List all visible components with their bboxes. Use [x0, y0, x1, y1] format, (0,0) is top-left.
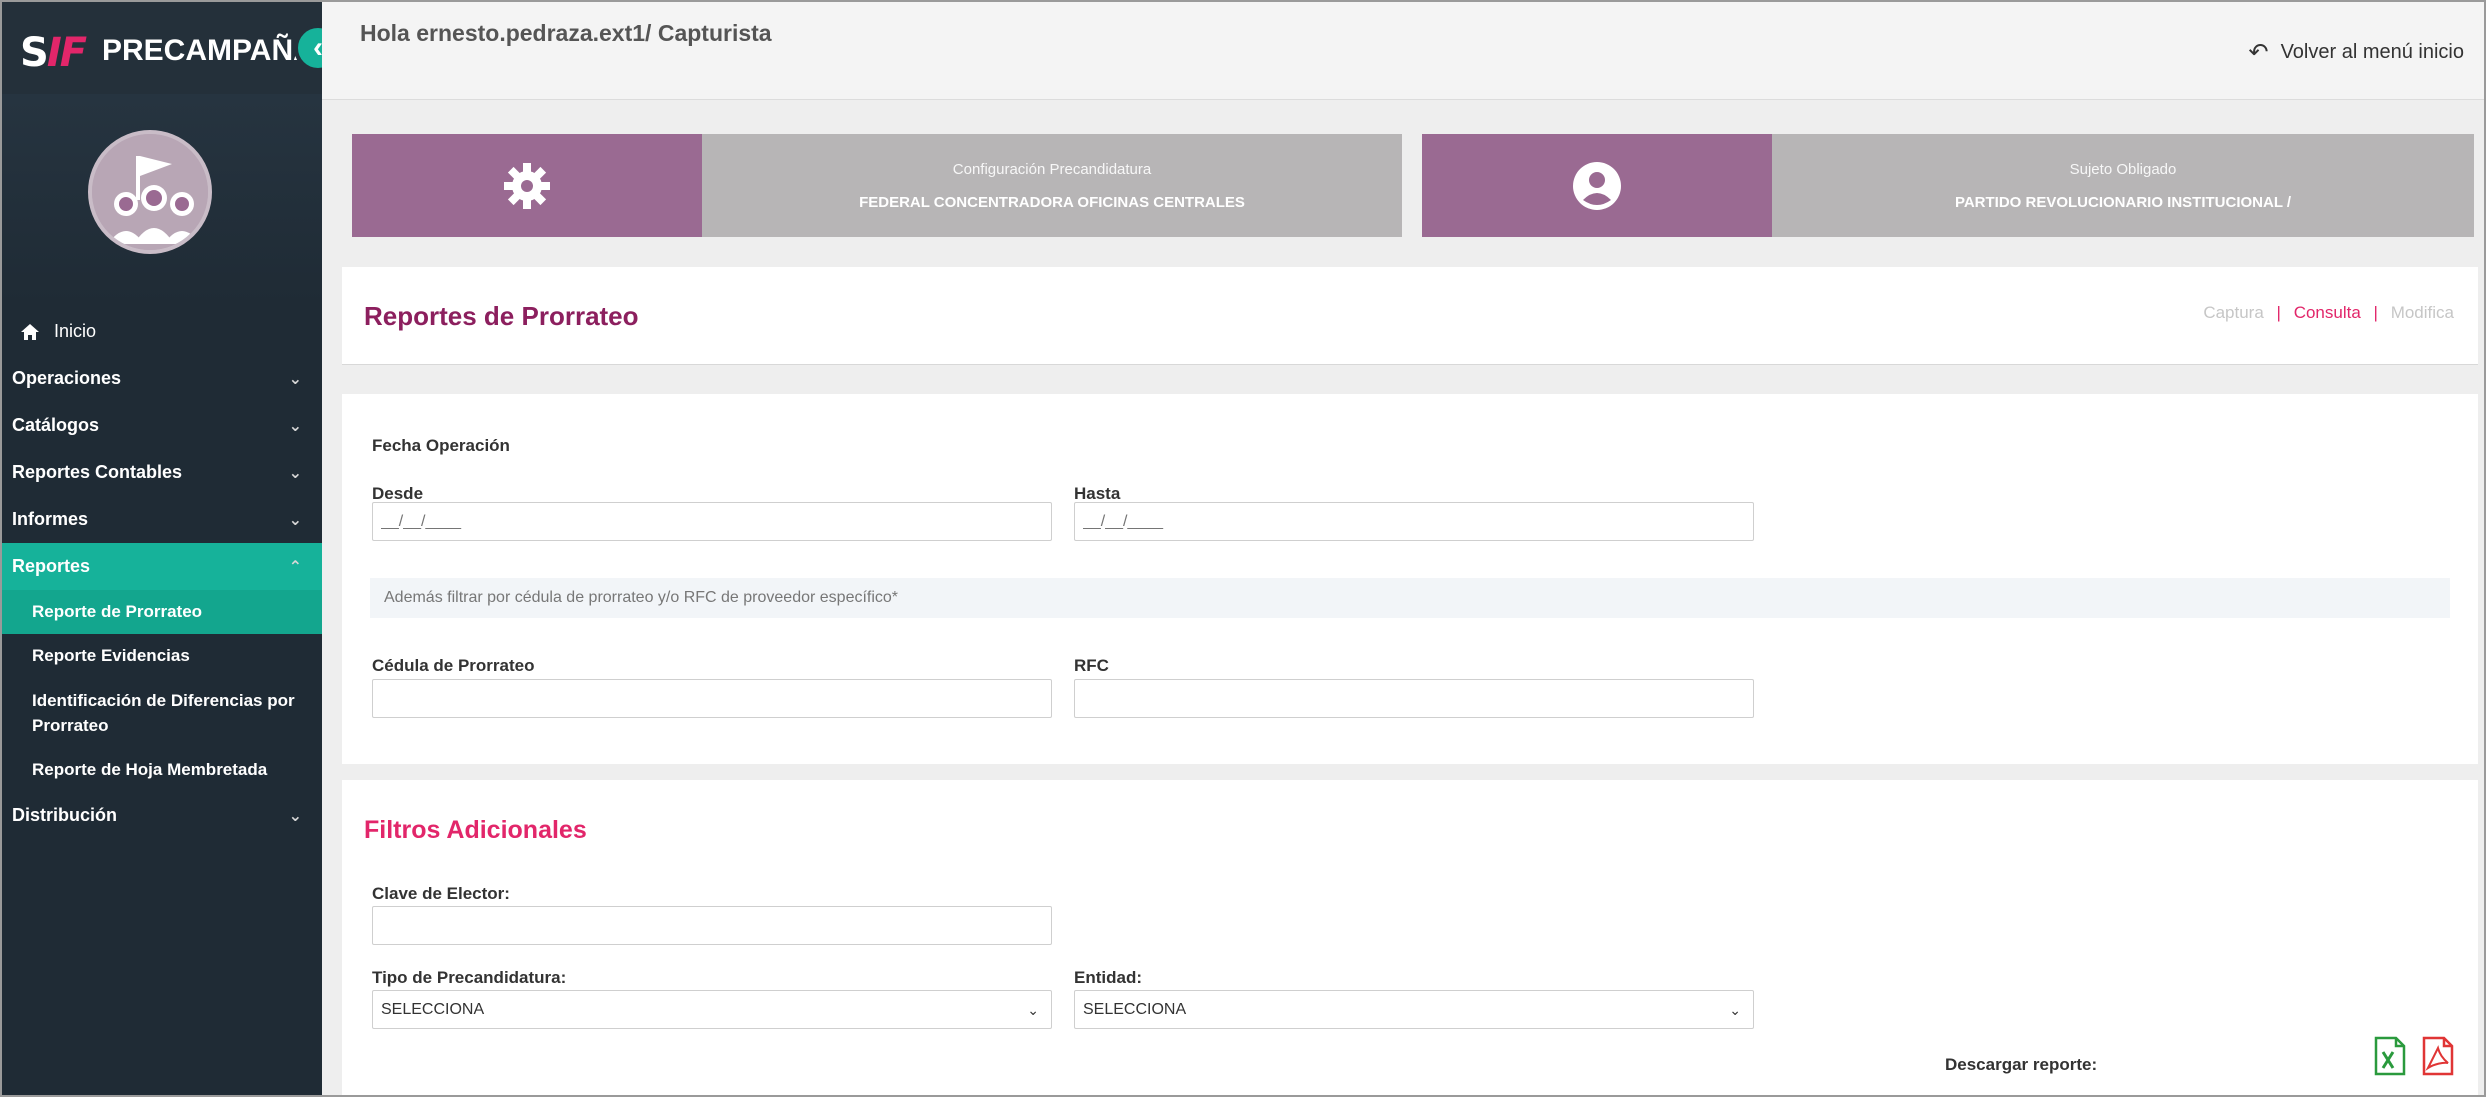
sujeto-card-text: Sujeto Obligado PARTIDO REVOLUCIONARIO I… — [1772, 134, 2474, 237]
sidebar-subitem-label: Reporte Evidencias — [32, 646, 190, 665]
sidebar-subitem-label: Reporte de Prorrateo — [32, 602, 203, 621]
cedula-prorrateo-input[interactable] — [372, 679, 1052, 718]
sidebar-item-catalogos[interactable]: Catálogos ⌄ — [2, 402, 322, 449]
desde-label: Desde — [372, 484, 424, 503]
clave-elector-input[interactable] — [372, 906, 1052, 945]
user-group-flag-icon — [92, 134, 208, 250]
chevron-down-icon: ⌄ — [288, 808, 302, 825]
date-filter-panel: Fecha Operación Desde Hasta Además filtr… — [342, 394, 2478, 764]
chevron-down-icon: ⌄ — [1027, 1002, 1039, 1018]
config-card: Configuración Precandidatura FEDERAL CON… — [352, 134, 1402, 237]
chevron-down-icon: ⌄ — [288, 512, 302, 529]
sif-logo: SIF — [20, 30, 87, 76]
sidebar-item-informes[interactable]: Informes ⌄ — [2, 496, 322, 543]
rfc-label: RFC — [1074, 656, 1109, 675]
entidad-select[interactable]: SELECCIONA ⌄ — [1074, 990, 1754, 1029]
sidebar-item-operaciones[interactable]: Operaciones ⌄ — [2, 355, 322, 402]
cedula-prorrateo-label: Cédula de Prorrateo — [372, 656, 535, 675]
sidebar-nav: Inicio Operaciones ⌄ Catálogos ⌄ Reporte… — [2, 308, 322, 839]
title-panel: Reportes de Prorrateo Captura | Consulta… — [342, 267, 2478, 365]
sidebar-item-reportes-contables[interactable]: Reportes Contables ⌄ — [2, 449, 322, 496]
logo-if: IF — [46, 30, 87, 76]
tipo-precandidatura-select[interactable]: SELECCIONA ⌄ — [372, 990, 1052, 1029]
config-card-caption: Configuración Precandidatura — [952, 160, 1152, 178]
info-cards: Configuración Precandidatura FEDERAL CON… — [352, 134, 2474, 237]
home-icon — [21, 323, 39, 340]
gear-icon — [504, 162, 550, 209]
chevron-down-icon: ⌄ — [1729, 1002, 1741, 1018]
config-card-icon-box — [352, 134, 702, 237]
hasta-label: Hasta — [1074, 484, 1121, 503]
back-link-label: Volver al menú inicio — [2280, 41, 2464, 63]
chevron-up-icon: ⌃ — [288, 559, 302, 576]
sidebar-item-label: Reportes — [12, 556, 91, 576]
sidebar: SIF PRECAMPAÑA ‹ Inicio Operaciones ⌄ Ca… — [2, 2, 342, 1095]
config-card-text: Configuración Precandidatura FEDERAL CON… — [702, 134, 1402, 237]
sujeto-obligado-card: Sujeto Obligado PARTIDO REVOLUCIONARIO I… — [1422, 134, 2474, 237]
hasta-date-input[interactable] — [1074, 502, 1754, 541]
sidebar-item-distribucion[interactable]: Distribución ⌄ — [2, 792, 322, 839]
app-window: SIF PRECAMPAÑA ‹ Inicio Operaciones ⌄ Ca… — [0, 0, 2486, 1097]
logo-s: S — [20, 30, 49, 76]
entidad-value: SELECCIONA — [1083, 1000, 1187, 1018]
breadcrumb-consulta[interactable]: Consulta — [2294, 303, 2361, 322]
desde-date-input[interactable] — [372, 502, 1052, 541]
config-card-value: FEDERAL CONCENTRADORA OFICINAS CENTRALES — [859, 193, 1245, 211]
sidebar-subitem-label: Identificación de Diferencias por Prorra… — [32, 691, 295, 735]
breadcrumb-captura[interactable]: Captura — [2203, 303, 2263, 322]
user-circle-icon — [1573, 161, 1621, 210]
breadcrumb: Captura | Consulta | Modifica — [2203, 303, 2454, 323]
clave-elector-label: Clave de Elector: — [372, 884, 510, 903]
sidebar-item-label: Operaciones — [12, 368, 122, 388]
entidad-label: Entidad: — [1074, 968, 1142, 987]
sidebar-hero — [2, 94, 322, 304]
reply-arrow-icon: ↶ — [2248, 39, 2269, 66]
pdf-download-icon[interactable] — [2420, 1036, 2456, 1076]
breadcrumb-separator: | — [2373, 303, 2378, 322]
avatar — [88, 130, 212, 254]
user-greeting: Hola ernesto.pedraza.ext1/ Capturista — [360, 20, 772, 46]
rfc-input[interactable] — [1074, 679, 1754, 718]
sidebar-item-label: Informes — [12, 509, 89, 529]
brand-title: PRECAMPAÑA — [102, 34, 315, 67]
descargar-reporte-label: Descargar reporte: — [1945, 1055, 2098, 1074]
sidebar-item-inicio[interactable]: Inicio — [2, 308, 322, 355]
sidebar-subitem-label: Reporte de Hoja Membretada — [32, 760, 268, 779]
sidebar-subitem-reporte-prorrateo[interactable]: Reporte de Prorrateo — [2, 590, 322, 634]
sidebar-item-label: Reportes Contables — [12, 462, 183, 482]
chevron-down-icon: ⌄ — [288, 371, 302, 388]
sujeto-card-caption: Sujeto Obligado — [2069, 160, 2177, 178]
back-to-menu-link[interactable]: ↶ Volver al menú inicio — [2248, 38, 2464, 67]
sidebar-item-label: Inicio — [54, 321, 97, 341]
additional-filters-panel: Filtros Adicionales Clave de Elector: Ti… — [342, 780, 2478, 1095]
sidebar-subitem-reporte-evidencias[interactable]: Reporte Evidencias — [2, 634, 322, 678]
top-header: Hola ernesto.pedraza.ext1/ Capturista ↶ … — [322, 2, 2484, 100]
fecha-operacion-label: Fecha Operación — [372, 436, 510, 455]
sujeto-card-value: PARTIDO REVOLUCIONARIO INSTITUCIONAL / — [1954, 193, 2292, 211]
sidebar-item-reportes[interactable]: Reportes ⌃ — [2, 543, 322, 590]
chevron-down-icon: ⌄ — [288, 465, 302, 482]
tipo-precandidatura-label: Tipo de Precandidatura: — [372, 968, 567, 987]
breadcrumb-separator: | — [2276, 303, 2281, 322]
excel-download-icon[interactable] — [2372, 1036, 2408, 1076]
page-title: Reportes de Prorrateo — [364, 301, 639, 331]
chevron-down-icon: ⌄ — [288, 418, 302, 435]
sidebar-subitem-hoja-membretada[interactable]: Reporte de Hoja Membretada — [2, 748, 322, 792]
sidebar-item-label: Catálogos — [12, 415, 100, 435]
tipo-precandidatura-value: SELECCIONA — [381, 1000, 485, 1018]
filtros-adicionales-title: Filtros Adicionales — [364, 816, 587, 844]
filter-hint: Además filtrar por cédula de prorrateo y… — [370, 578, 2450, 618]
sidebar-subitem-identificacion-diferencias[interactable]: Identificación de Diferencias por Prorra… — [2, 678, 322, 748]
brand-bar: SIF PRECAMPAÑA — [2, 2, 322, 94]
sujeto-card-icon-box — [1422, 134, 1772, 237]
sidebar-item-label: Distribución — [12, 805, 118, 825]
breadcrumb-modifica[interactable]: Modifica — [2391, 303, 2454, 322]
